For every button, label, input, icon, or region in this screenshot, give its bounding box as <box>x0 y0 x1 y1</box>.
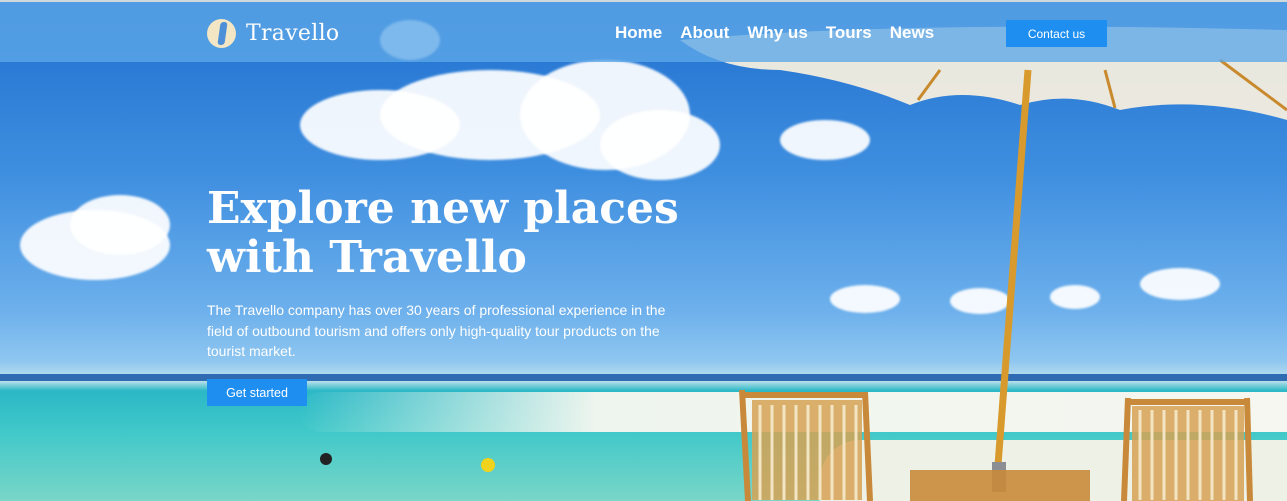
nav-home[interactable]: Home <box>615 23 662 43</box>
nav-news[interactable]: News <box>890 23 934 43</box>
hero-description: The Travello company has over 30 years o… <box>207 302 666 359</box>
nav-why-us[interactable]: Why us <box>747 23 807 43</box>
get-started-button[interactable]: Get started <box>207 379 307 406</box>
brand-logo[interactable]: Travello <box>207 19 339 48</box>
brand-name: Travello <box>246 21 340 46</box>
hero-title: Explore new places with Travello <box>207 183 679 283</box>
main-nav: Home About Why us Tours News <box>615 23 934 43</box>
travello-logo-icon <box>207 19 236 48</box>
nav-tours[interactable]: Tours <box>826 23 872 43</box>
navbar: Travello Home About Why us Tours News Co… <box>0 2 1287 62</box>
nav-about[interactable]: About <box>680 23 729 43</box>
contact-us-button[interactable]: Contact us <box>1006 20 1107 47</box>
